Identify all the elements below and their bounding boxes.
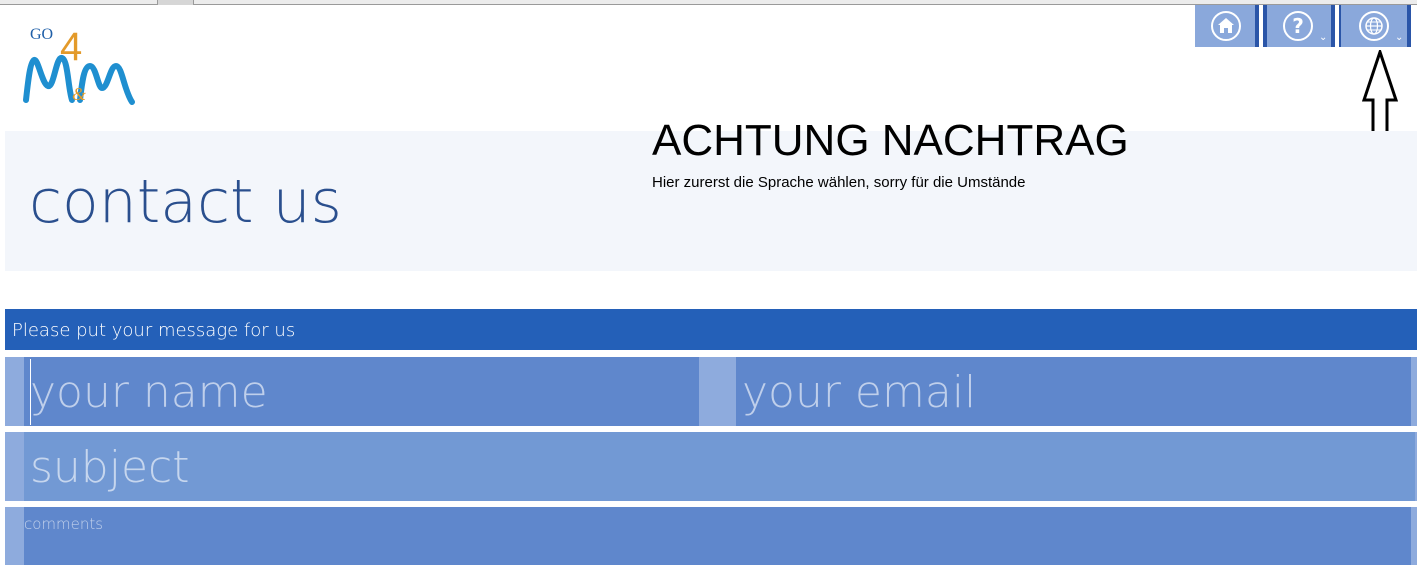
language-menu-button[interactable]: ⌄ [1339, 5, 1411, 47]
comments-textarea[interactable]: comments [24, 507, 1411, 565]
chevron-down-icon: ⌄ [1395, 32, 1404, 43]
page-title: contact us [29, 167, 342, 237]
form-row-comments: comments [5, 507, 1417, 565]
form-row-name-email: your name your email [5, 357, 1417, 426]
chevron-down-icon: ⌄ [1319, 32, 1328, 43]
home-button[interactable] [1195, 5, 1259, 47]
notice-title: ACHTUNG NACHTRAG [652, 116, 1129, 165]
subject-field[interactable]: subject [24, 432, 1415, 501]
form-heading: Please put your message for us [12, 320, 296, 341]
name-placeholder: your name [30, 367, 268, 418]
logo-m-left [23, 54, 75, 103]
logo-graphic: GO 4 & [23, 25, 135, 105]
scrollbar-thumb[interactable] [157, 0, 194, 5]
logo-m-right [77, 62, 135, 105]
logo-text-go: GO [30, 26, 53, 43]
go4mm-logo[interactable]: GO 4 & [22, 22, 140, 110]
email-field[interactable]: your email [736, 357, 1411, 426]
subject-placeholder: subject [30, 442, 190, 493]
help-menu-button[interactable]: ? ⌄ [1263, 5, 1335, 47]
form-row-subject: subject [5, 432, 1417, 501]
top-nav: ? ⌄ ⌄ [1195, 5, 1411, 47]
comments-placeholder: comments [24, 515, 104, 533]
logo-text-amp: & [72, 84, 86, 104]
notice-text: Hier zurerst die Sprache wählen, sorry f… [652, 174, 1026, 191]
name-field[interactable]: your name [24, 357, 699, 426]
email-placeholder: your email [742, 367, 977, 418]
globe-icon [1359, 11, 1389, 41]
help-icon: ? [1283, 11, 1313, 41]
form-heading-bar: Please put your message for us [5, 309, 1417, 350]
home-icon [1211, 11, 1241, 41]
